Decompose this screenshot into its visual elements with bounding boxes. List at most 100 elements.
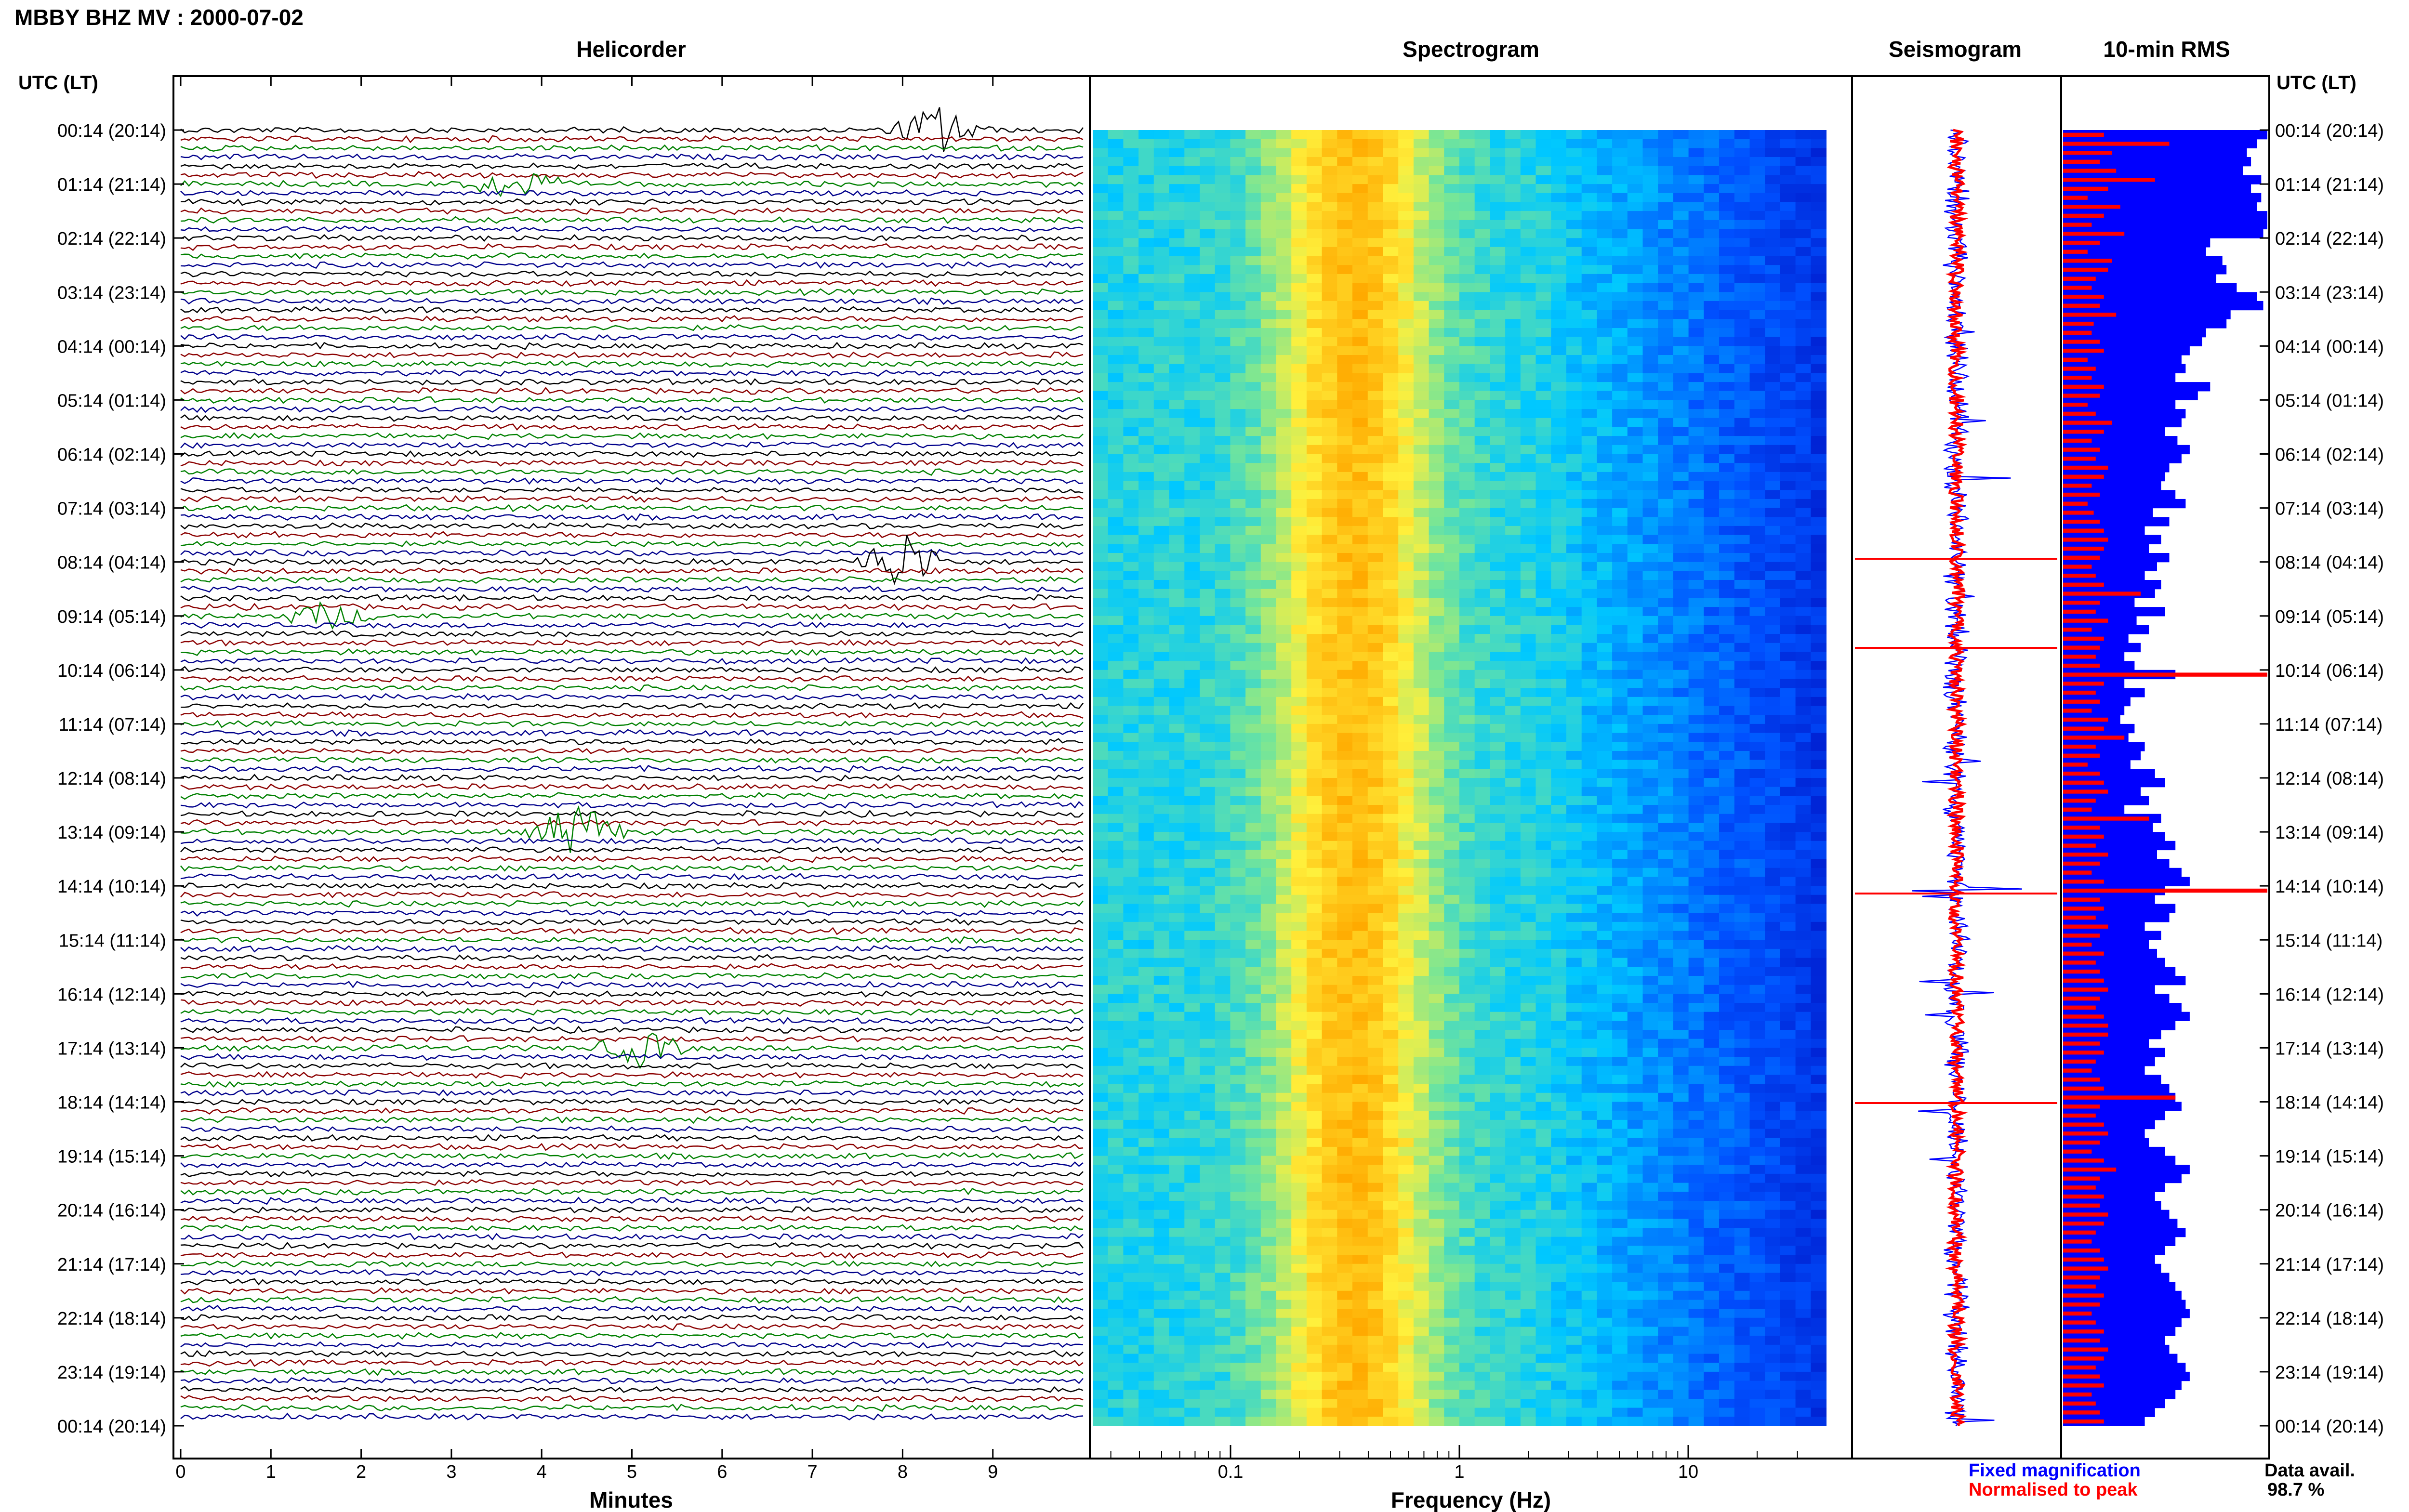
spectrogram-cell: [1108, 454, 1124, 463]
spectrogram-cell: [1642, 913, 1659, 922]
spectrogram-cell: [1230, 256, 1246, 265]
spectrogram-cell: [1429, 778, 1445, 788]
spectrogram-cell: [1474, 868, 1491, 877]
spectrogram-cell: [1642, 723, 1659, 734]
spectrogram-cell: [1108, 328, 1124, 338]
spectrogram-cell: [1704, 184, 1720, 194]
spectrogram-cell: [1642, 921, 1659, 932]
spectrogram-cell: [1230, 436, 1246, 446]
spectrogram-cell: [1535, 364, 1552, 373]
spectrogram-cell: [1215, 508, 1231, 517]
spectrogram-cell: [1367, 310, 1384, 319]
spectrogram-cell: [1169, 742, 1185, 751]
spectrogram-cell: [1215, 130, 1231, 140]
spectrogram-cell: [1444, 490, 1460, 500]
spectrogram-cell: [1383, 976, 1399, 986]
spectrogram-cell: [1505, 976, 1521, 986]
spectrogram-cell: [1673, 337, 1689, 346]
spectrogram-cell: [1337, 157, 1353, 167]
spectrogram-cell: [1734, 805, 1750, 815]
spectrogram-cell: [1749, 238, 1766, 248]
spectrogram-cell: [1245, 877, 1261, 886]
spectrogram-cell: [1123, 211, 1139, 221]
spectrogram-cell: [1581, 940, 1598, 949]
spectrogram-cell: [1215, 337, 1231, 346]
spectrogram-cell: [1367, 391, 1384, 400]
spectrogram-cell: [1535, 301, 1552, 311]
spectrogram-cell: [1093, 436, 1109, 446]
spectrogram-cell: [1535, 220, 1552, 229]
spectrogram-cell: [1093, 723, 1109, 734]
spectrogram-cell: [1474, 823, 1491, 832]
spectrogram-cell: [1184, 670, 1200, 679]
spectrogram-cell: [1581, 715, 1598, 724]
spectrogram-cell: [1153, 562, 1170, 571]
spectrogram-cell: [1749, 571, 1766, 580]
spectrogram-cell: [1123, 894, 1139, 904]
spectrogram-cell: [1169, 283, 1185, 292]
spectrogram-cell: [1627, 850, 1643, 859]
spectrogram-cell: [1490, 382, 1506, 392]
spectrogram-cell: [1490, 1003, 1506, 1012]
spectrogram-cell: [1490, 598, 1506, 607]
spectrogram-cell: [1429, 148, 1445, 158]
spectrogram-cell: [1367, 921, 1384, 932]
spectrogram-cell: [1108, 166, 1124, 175]
spectrogram-cell: [1581, 814, 1598, 823]
spectrogram-cell: [1291, 427, 1307, 436]
spectrogram-cell: [1260, 301, 1277, 311]
spectrogram-cell: [1169, 229, 1185, 238]
spectrogram-cell: [1184, 400, 1200, 409]
spectrogram-cell: [1337, 769, 1353, 778]
spectrogram-cell: [1398, 1003, 1414, 1012]
spectrogram-cell: [1306, 643, 1323, 652]
spectrogram-cell: [1123, 921, 1139, 932]
spectrogram-cell: [1291, 202, 1307, 211]
spectrogram-cell: [1719, 463, 1735, 473]
spectrogram-cell: [1398, 742, 1414, 751]
spectrogram-cell: [1352, 202, 1368, 211]
spectrogram-cell: [1398, 247, 1414, 256]
spectrogram-cell: [1551, 301, 1567, 311]
spectrogram-cell: [1230, 472, 1246, 482]
spectrogram-cell: [1383, 607, 1399, 617]
spectrogram-cell: [1215, 229, 1231, 238]
spectrogram-cell: [1429, 292, 1445, 302]
spectrogram-cell: [1734, 256, 1750, 265]
spectrogram-cell: [1184, 211, 1200, 221]
spectrogram-cell: [1811, 706, 1827, 715]
spectrogram-cell: [1352, 364, 1368, 373]
spectrogram-cell: [1169, 238, 1185, 248]
spectrogram-cell: [1429, 499, 1445, 509]
spectrogram-cell: [1780, 256, 1796, 265]
spectrogram-cell: [1490, 643, 1506, 652]
spectrogram-cell: [1673, 652, 1689, 661]
spectrogram-cell: [1306, 427, 1323, 436]
spectrogram-cell: [1795, 238, 1812, 248]
spectrogram-cell: [1566, 166, 1582, 175]
spectrogram-cell: [1169, 921, 1185, 932]
spectrogram-cell: [1535, 229, 1552, 238]
spectrogram-cell: [1474, 544, 1491, 553]
spectrogram-cell: [1734, 715, 1750, 724]
spectrogram-cell: [1520, 337, 1536, 346]
spectrogram-cell: [1291, 994, 1307, 1003]
spectrogram-cell: [1719, 733, 1735, 742]
spectrogram-cell: [1429, 193, 1445, 202]
spectrogram-cell: [1383, 697, 1399, 707]
spectrogram-cell: [1535, 184, 1552, 194]
spectrogram-cell: [1352, 571, 1368, 580]
spectrogram-cell: [1749, 921, 1766, 932]
spectrogram-cell: [1429, 130, 1445, 140]
spectrogram-cell: [1719, 553, 1735, 563]
spectrogram-cell: [1260, 787, 1277, 796]
spectrogram-cell: [1276, 1003, 1292, 1012]
spectrogram-cell: [1444, 220, 1460, 229]
spectrogram-cell: [1719, 742, 1735, 751]
spectrogram-cell: [1367, 976, 1384, 986]
spectrogram-cell: [1627, 742, 1643, 751]
spectrogram-cell: [1337, 706, 1353, 715]
spectrogram-cell: [1444, 310, 1460, 319]
spectrogram-cell: [1780, 607, 1796, 617]
spectrogram-cell: [1688, 850, 1705, 859]
